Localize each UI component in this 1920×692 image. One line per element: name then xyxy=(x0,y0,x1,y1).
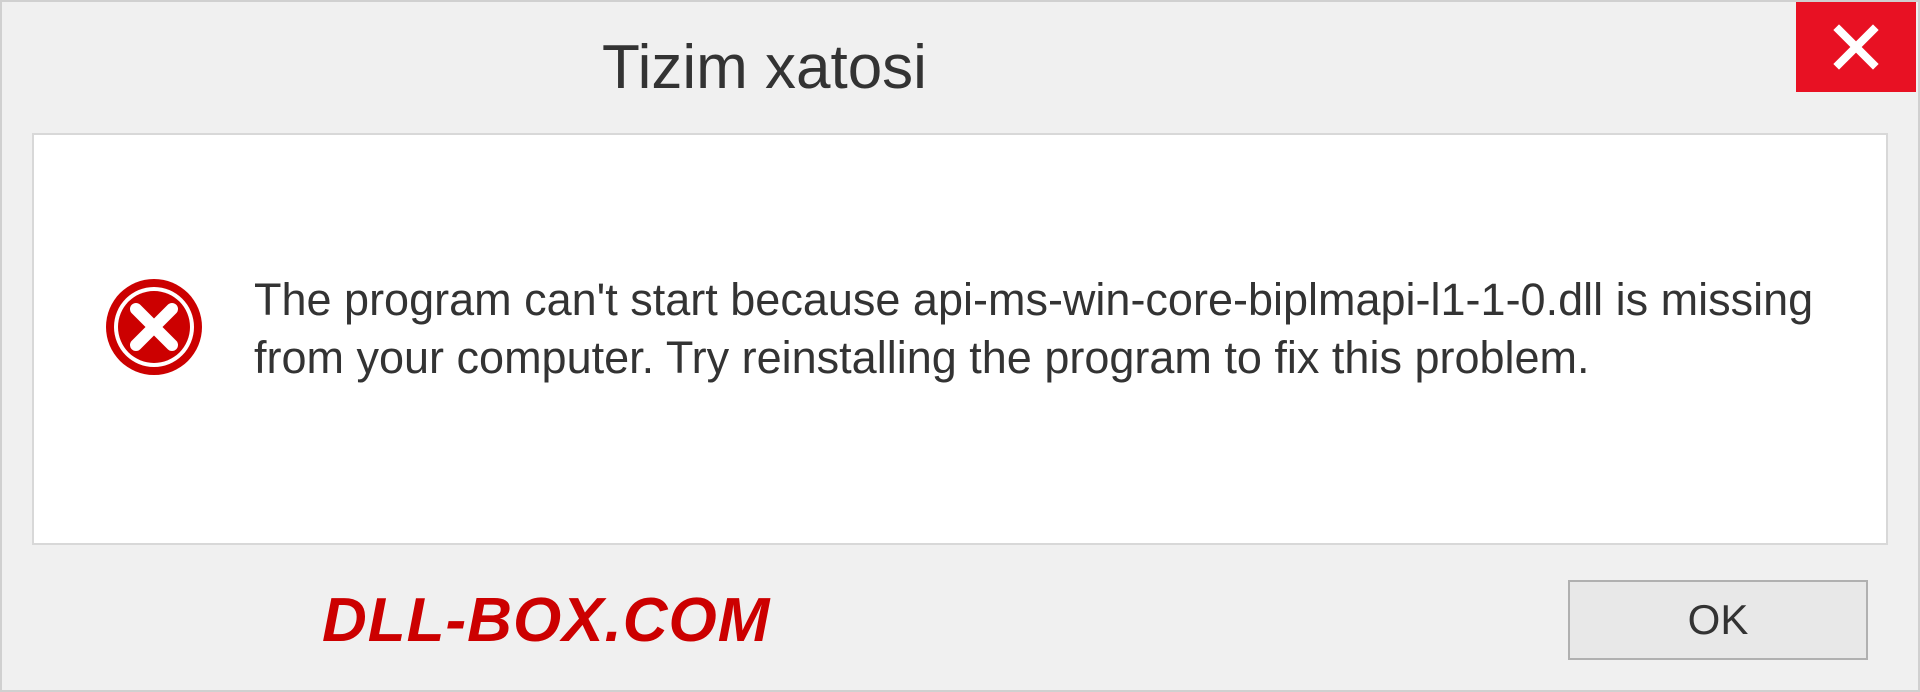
ok-button[interactable]: OK xyxy=(1568,580,1868,660)
watermark-text: DLL-BOX.COM xyxy=(322,585,770,656)
error-dialog: Tizim xatosi The program can't start bec… xyxy=(0,0,1920,692)
dialog-footer: DLL-BOX.COM OK xyxy=(2,555,1918,690)
close-button[interactable] xyxy=(1796,2,1916,92)
error-message: The program can't start because api-ms-w… xyxy=(254,271,1816,388)
dialog-title: Tizim xatosi xyxy=(602,32,927,103)
content-panel: The program can't start because api-ms-w… xyxy=(32,133,1888,545)
close-icon xyxy=(1831,22,1881,72)
error-icon xyxy=(104,277,204,382)
titlebar: Tizim xatosi xyxy=(2,2,1918,123)
